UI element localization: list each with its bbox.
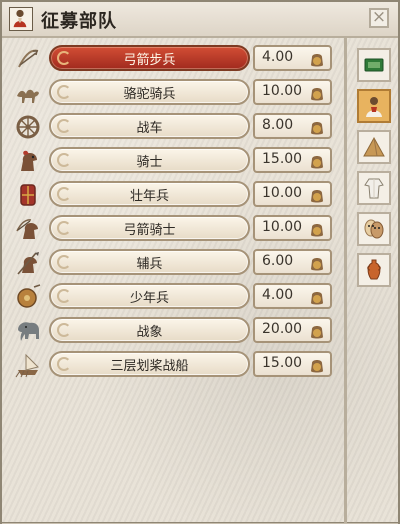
unit-name-button[interactable]: 辅兵 (49, 249, 250, 275)
unit-cost: 10.00 (253, 215, 332, 241)
unit-cost: 10.00 (253, 79, 332, 105)
sidebar-divider (344, 36, 347, 524)
unit-name: 战象 (136, 325, 163, 340)
shield-icon (20, 184, 36, 206)
unit-row-horse-archer[interactable]: 弓箭骑士 10.00 (10, 214, 332, 244)
unit-name-button[interactable]: 骑士 (49, 147, 250, 173)
unit-row-legionary[interactable]: 壮年兵 10.00 (10, 180, 332, 210)
unit-name: 少年兵 (129, 291, 169, 306)
unit-name: 辅兵 (136, 257, 163, 272)
unit-cost: 15.00 (253, 351, 332, 377)
unit-cost-value: 15.00 (262, 355, 303, 371)
unit-name: 壮年兵 (129, 189, 169, 204)
unit-row-elephant[interactable]: 战象 20.00 (10, 316, 332, 346)
unit-row-chariot[interactable]: 战车 8.00 (10, 112, 332, 142)
unit-row-youth[interactable]: 少年兵 4.00 (10, 282, 332, 312)
tunic-icon (364, 178, 384, 199)
entertainment-tab-button[interactable] (357, 212, 391, 246)
unit-cost: 10.00 (253, 181, 332, 207)
archer-bow-icon (18, 49, 39, 68)
coin-bag-icon (311, 88, 323, 101)
unit-row-camel[interactable]: 骆驼骑兵 10.00 (10, 78, 332, 108)
advisor-portrait-icon (9, 7, 33, 31)
coin-bag-icon (311, 292, 323, 305)
construction-tab-button[interactable] (357, 130, 391, 164)
title-bar: 征募部队 × (2, 2, 398, 38)
unit-name: 弓箭骑士 (123, 223, 176, 238)
amphora-icon (367, 259, 381, 280)
coin-bag-icon (311, 190, 323, 203)
money-icon (364, 58, 384, 72)
knight-horse-icon (21, 150, 37, 171)
coin-bag-icon (311, 326, 323, 339)
unit-cost-value: 20.00 (262, 321, 303, 337)
unit-name: 弓箭步兵 (123, 53, 176, 68)
unit-cost-value: 10.00 (262, 185, 303, 201)
chariot-wheel-icon (16, 115, 40, 139)
unit-cost-value: 8.00 (262, 117, 294, 133)
elephant-icon (18, 322, 39, 341)
coin-bag-icon (311, 360, 323, 373)
unit-name-button[interactable]: 壮年兵 (49, 181, 250, 207)
unit-name: 三层划桨战船 (110, 359, 189, 374)
unit-cost-value: 10.00 (262, 83, 303, 99)
unit-cost-value: 15.00 (262, 151, 303, 167)
spear-horse-icon (17, 252, 39, 275)
unit-name: 骑士 (136, 155, 163, 170)
unit-cost: 6.00 (253, 249, 332, 275)
soldier-portrait-icon (366, 97, 382, 117)
unit-cost: 20.00 (253, 317, 332, 343)
pyramid-icon (363, 136, 385, 157)
unit-cost: 15.00 (253, 147, 332, 173)
window-title: 征募部队 (41, 11, 117, 32)
unit-name: 骆驼骑兵 (123, 87, 176, 102)
unit-row-archer[interactable]: 弓箭步兵 4.00 (10, 44, 332, 74)
coin-bag-icon (311, 224, 323, 237)
unit-name-button[interactable]: 战车 (49, 113, 250, 139)
unit-cost-value: 4.00 (262, 287, 294, 303)
coin-bag-icon (311, 258, 323, 271)
round-shield-icon (17, 284, 41, 308)
unit-name-button[interactable]: 骆驼骑兵 (49, 79, 250, 105)
unit-row-trireme[interactable]: 三层划桨战船 15.00 (10, 350, 332, 380)
coin-bag-icon (311, 122, 323, 135)
trade-tab-button[interactable] (357, 253, 391, 287)
unit-name-button[interactable]: 三层划桨战船 (49, 351, 250, 377)
unit-cost: 8.00 (253, 113, 332, 139)
unit-cost-value: 10.00 (262, 219, 303, 235)
close-button[interactable]: × (369, 8, 389, 28)
unit-cost: 4.00 (253, 45, 332, 71)
unit-name-button-selected[interactable]: 弓箭步兵 (49, 45, 250, 71)
unit-cost-value: 6.00 (262, 253, 294, 269)
unit-cost-value: 4.00 (262, 49, 294, 65)
ship-icon (15, 353, 39, 378)
unit-name-button[interactable]: 弓箭骑士 (49, 215, 250, 241)
unit-cost: 4.00 (253, 283, 332, 309)
coin-bag-icon (311, 156, 323, 169)
coin-bag-icon (311, 54, 323, 67)
camel-icon (17, 89, 39, 103)
unit-name: 战车 (136, 121, 163, 136)
unit-name-button[interactable]: 战象 (49, 317, 250, 343)
unit-row-auxiliary[interactable]: 辅兵 6.00 (10, 248, 332, 278)
horse-archer-icon (16, 219, 38, 239)
unit-name-button[interactable]: 少年兵 (49, 283, 250, 309)
treasury-tab-button[interactable] (357, 48, 391, 82)
masks-icon (364, 219, 384, 239)
unit-row-knight[interactable]: 骑士 15.00 (10, 146, 332, 176)
culture-tab-button[interactable] (357, 171, 391, 205)
military-tab-button[interactable] (357, 89, 391, 123)
recruit-panel: 征募部队 × 弓箭步兵 4.00 骆驼骑兵 10.00 战车 8.00 骑士 1… (0, 0, 400, 524)
